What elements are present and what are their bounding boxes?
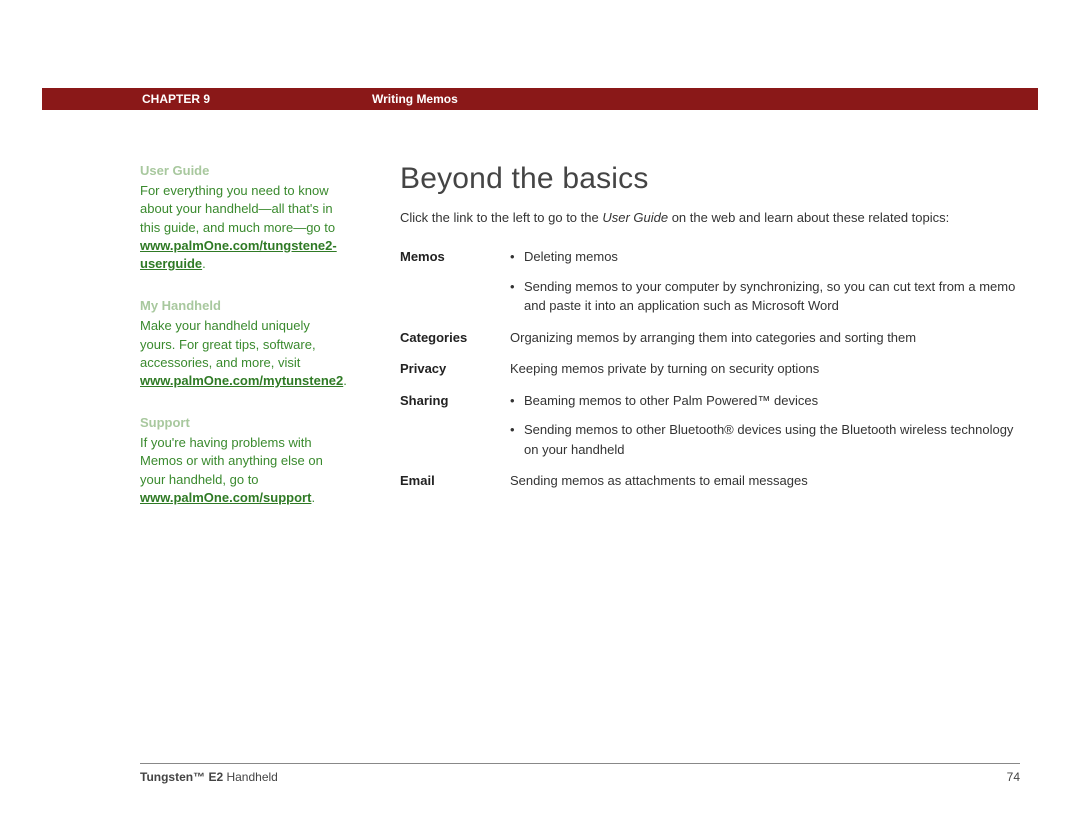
sidebar-link-myhandheld[interactable]: www.palmOne.com/mytunstene2: [140, 373, 343, 388]
chapter-header: CHAPTER 9 Writing Memos: [42, 88, 1038, 110]
topics-table: Memos Deleting memos Sending memos to yo…: [400, 247, 1020, 503]
sidebar-text: If you're having problems with Memos or …: [140, 435, 323, 486]
topic-bullet: Beaming memos to other Palm Powered™ dev…: [510, 391, 1020, 411]
topic-desc: Sending memos as attachments to email me…: [510, 471, 1020, 503]
topic-desc: Organizing memos by arranging them into …: [510, 328, 1020, 360]
footer: Tungsten™ E2 Handheld 74: [140, 763, 1020, 784]
main-area: User Guide For everything you need to kn…: [140, 162, 1020, 531]
sidebar-after: .: [202, 256, 206, 271]
topic-label: Categories: [400, 328, 510, 360]
sidebar-heading: My Handheld: [140, 297, 344, 315]
intro-italic: User Guide: [602, 210, 668, 225]
sidebar-after: .: [343, 373, 347, 388]
intro-text: Click the link to the left to go to the …: [400, 210, 1020, 225]
footer-page-number: 74: [1007, 770, 1020, 784]
topic-bullet: Sending memos to your computer by synchr…: [510, 277, 1020, 316]
topic-bullet: Deleting memos: [510, 247, 1020, 267]
footer-product-rest: Handheld: [223, 770, 278, 784]
topic-row-memos: Memos Deleting memos Sending memos to yo…: [400, 247, 1020, 328]
topic-row-email: Email Sending memos as attachments to em…: [400, 471, 1020, 503]
topic-row-privacy: Privacy Keeping memos private by turning…: [400, 359, 1020, 391]
topic-label: Privacy: [400, 359, 510, 391]
sidebar-text: Make your handheld uniquely yours. For g…: [140, 318, 316, 369]
content: Beyond the basics Click the link to the …: [372, 162, 1020, 531]
topic-desc: Beaming memos to other Palm Powered™ dev…: [510, 391, 1020, 472]
sidebar-link-support[interactable]: www.palmOne.com/support: [140, 490, 311, 505]
sidebar-after: .: [311, 490, 315, 505]
intro-pre: Click the link to the left to go to the: [400, 210, 602, 225]
sidebar-section-support: Support If you're having problems with M…: [140, 414, 344, 507]
sidebar-text: For everything you need to know about yo…: [140, 183, 335, 234]
intro-post: on the web and learn about these related…: [668, 210, 949, 225]
chapter-label: CHAPTER 9: [42, 92, 372, 106]
topic-label: Memos: [400, 247, 510, 328]
sidebar-link-userguide[interactable]: www.palmOne.com/tungstene2-userguide: [140, 238, 337, 271]
topic-bullet: Sending memos to other Bluetooth® device…: [510, 420, 1020, 459]
topic-label: Email: [400, 471, 510, 503]
sidebar-heading: User Guide: [140, 162, 344, 180]
chapter-title: Writing Memos: [372, 92, 458, 106]
topic-desc: Keeping memos private by turning on secu…: [510, 359, 1020, 391]
sidebar-section-my-handheld: My Handheld Make your handheld uniquely …: [140, 297, 344, 390]
topic-row-sharing: Sharing Beaming memos to other Palm Powe…: [400, 391, 1020, 472]
topic-label: Sharing: [400, 391, 510, 472]
footer-product: Tungsten™ E2 Handheld: [140, 770, 278, 784]
sidebar: User Guide For everything you need to kn…: [140, 162, 372, 531]
sidebar-heading: Support: [140, 414, 344, 432]
footer-product-bold: Tungsten™ E2: [140, 770, 223, 784]
page-title: Beyond the basics: [400, 162, 1020, 196]
topic-desc: Deleting memos Sending memos to your com…: [510, 247, 1020, 328]
sidebar-section-user-guide: User Guide For everything you need to kn…: [140, 162, 344, 273]
topic-row-categories: Categories Organizing memos by arranging…: [400, 328, 1020, 360]
